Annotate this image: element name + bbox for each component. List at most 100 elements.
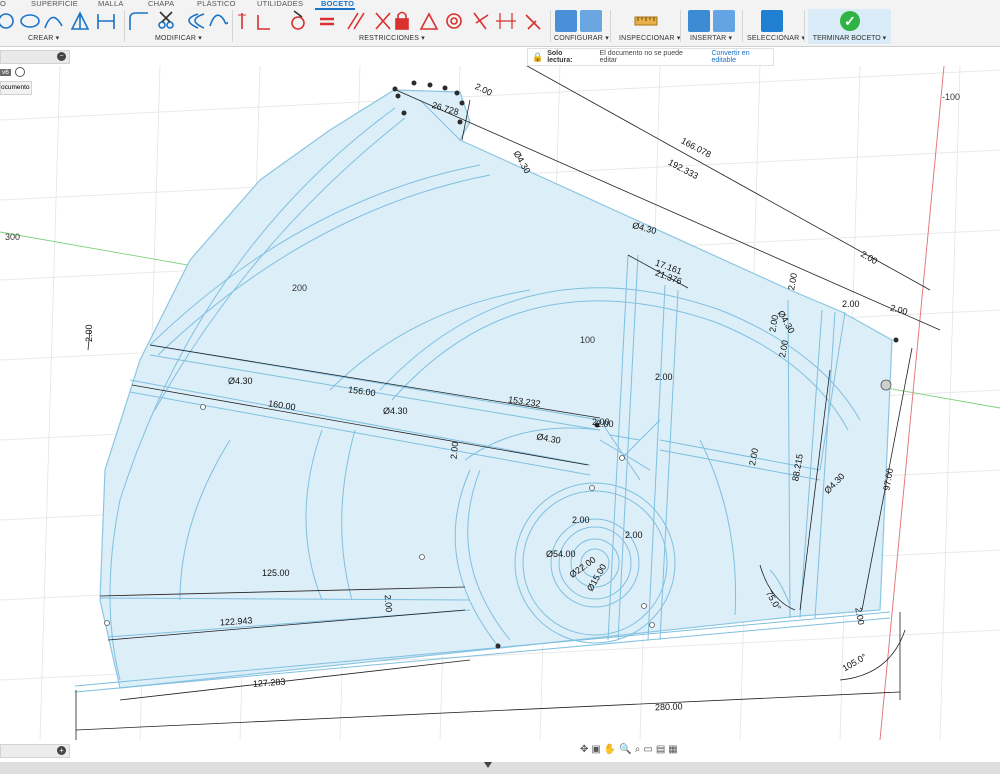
perpendicular-icon	[257, 15, 270, 30]
look-icon[interactable]: ▣	[591, 744, 600, 755]
finish-sketch-button[interactable]: ✓ TERMINAR BOCETO ▾	[808, 9, 891, 44]
tab-o[interactable]: O	[0, 0, 6, 8]
triangle-tool-icon	[70, 11, 90, 30]
dim: 280.00	[655, 701, 683, 712]
grid-label: -100	[942, 92, 960, 102]
zoom-icon[interactable]: 🔍	[619, 744, 631, 755]
grid-label: 300	[5, 232, 20, 242]
group-restricciones[interactable]: RESTRICCIONES ▾	[359, 34, 425, 42]
separator	[804, 10, 805, 42]
tab-superficie[interactable]: SUPERFICIE	[31, 0, 78, 8]
dim: 2.00	[853, 607, 866, 626]
finish-sketch-label: TERMINAR BOCETO ▾	[812, 35, 887, 42]
group-crear[interactable]: CREAR ▾	[28, 34, 59, 42]
equal-icon	[320, 17, 334, 26]
sketch-canvas[interactable]: -100 300 200 100 2.00 26.728 166.078 192…	[0, 66, 1000, 740]
separator	[232, 10, 233, 42]
fillet-tool-icon	[129, 12, 148, 30]
dim: 192.333	[667, 157, 700, 181]
dim: 2.00	[889, 303, 909, 317]
separator	[742, 10, 743, 42]
add-comment-icon[interactable]: +	[57, 746, 66, 755]
readonly-banner: 🔒 Solo lectura: El documento no se puede…	[527, 48, 774, 66]
browser-panel-header: −	[0, 50, 70, 64]
dim: 2.00	[786, 272, 799, 291]
group-seleccionar[interactable]: SELECCIONAR ▾	[747, 34, 805, 42]
orbit-icon[interactable]: ✥	[580, 744, 588, 755]
triangle-constraint-icon	[419, 12, 439, 30]
coincident-icon	[375, 12, 391, 30]
group-inspeccionar[interactable]: INSPECCIONAR ▾	[619, 34, 681, 42]
comments-panel[interactable]: +	[0, 744, 70, 758]
navigation-bar: ✥ ▣ ✋ 🔍 ⌕ ▭ ▤ ▦	[580, 741, 722, 757]
group-configurar[interactable]: CONFIGURAR ▾	[554, 34, 609, 42]
tab-malla[interactable]: MALLA	[98, 0, 124, 8]
group-insertar[interactable]: INSERTAR ▾	[690, 34, 732, 42]
dim: 127.283	[253, 677, 286, 689]
timeline-marker-icon[interactable]	[484, 762, 492, 768]
toolbar-ribbon: O SUPERFICIE MALLA CHAPA PLÁSTICO UTILID…	[0, 0, 1000, 47]
make-editable-link[interactable]: Convertir en editable	[711, 50, 773, 64]
tab-chapa[interactable]: CHAPA	[148, 0, 174, 8]
dim: Ø4.30	[228, 376, 253, 386]
grid-icon[interactable]: ▦	[668, 744, 677, 755]
visual-style-icon[interactable]: ▤	[656, 744, 665, 755]
separator	[610, 10, 611, 42]
ellipse-tool-icon	[20, 14, 40, 28]
tab-boceto[interactable]: BOCETO	[321, 0, 354, 8]
dim: 2.00	[383, 594, 394, 612]
dim: 166.078	[679, 136, 712, 160]
circle-tool-icon	[0, 13, 14, 29]
create-tools[interactable]	[0, 10, 125, 34]
readonly-title: Solo lectura:	[547, 50, 573, 64]
midpoint-icon	[496, 13, 516, 29]
parallel-icon	[347, 12, 365, 30]
dim: 2.00	[842, 299, 860, 309]
grid-label: 100	[580, 335, 595, 345]
insert-plus-icon[interactable]	[688, 10, 710, 32]
configure-icon[interactable]	[555, 10, 577, 32]
dim: 2.00	[655, 372, 673, 382]
separator	[124, 10, 125, 42]
constraint-tools[interactable]	[236, 9, 546, 33]
readonly-message: El documento no se puede editar	[599, 50, 683, 64]
dim: 2.00	[572, 515, 590, 525]
ribbon-tabs: O SUPERFICIE MALLA CHAPA PLÁSTICO UTILID…	[0, 0, 1000, 10]
extend-tool-icon	[209, 14, 228, 27]
dim: 2.00	[859, 249, 879, 266]
tab-plastico[interactable]: PLÁSTICO	[197, 0, 236, 8]
tangent-icon	[291, 16, 305, 30]
trim-tool-icon	[159, 11, 173, 23]
concentric-icon	[450, 17, 458, 25]
dim: 105.0°	[841, 651, 869, 673]
select-icon[interactable]	[761, 10, 783, 32]
insert-image-icon[interactable]	[713, 10, 735, 32]
offset-tool-icon	[188, 13, 205, 29]
dim: 2.00	[449, 441, 460, 459]
collapse-icon[interactable]: −	[57, 52, 66, 61]
tab-utilidades[interactable]: UTILIDADES	[257, 0, 303, 8]
fix-icon	[525, 14, 541, 30]
pan-icon[interactable]: ✋	[604, 744, 616, 755]
lock-icon: 🔒	[532, 51, 544, 62]
dim: 2.00	[625, 530, 643, 540]
spline-tool-icon	[44, 16, 63, 29]
grid-label: 200	[292, 283, 307, 293]
dim: 125.00	[262, 568, 290, 578]
construct-tool-icon	[97, 14, 115, 29]
dim: 2.00	[596, 419, 614, 429]
modify-tools[interactable]	[128, 10, 228, 34]
fit-icon[interactable]: ⌕	[635, 744, 641, 755]
measure-icon[interactable]	[634, 14, 658, 30]
lock-icon	[395, 18, 409, 30]
check-icon: ✓	[840, 11, 860, 31]
separator	[680, 10, 681, 42]
timeline-bar[interactable]	[0, 762, 1000, 774]
dim: 2.00	[84, 324, 94, 342]
separator	[550, 10, 551, 42]
dim: Ø54.00	[546, 549, 576, 559]
dim: Ø4.30	[383, 406, 408, 416]
display-icon[interactable]: ▭	[643, 744, 652, 755]
group-modificar[interactable]: MODIFICAR ▾	[155, 34, 202, 42]
table-icon[interactable]	[580, 10, 602, 32]
